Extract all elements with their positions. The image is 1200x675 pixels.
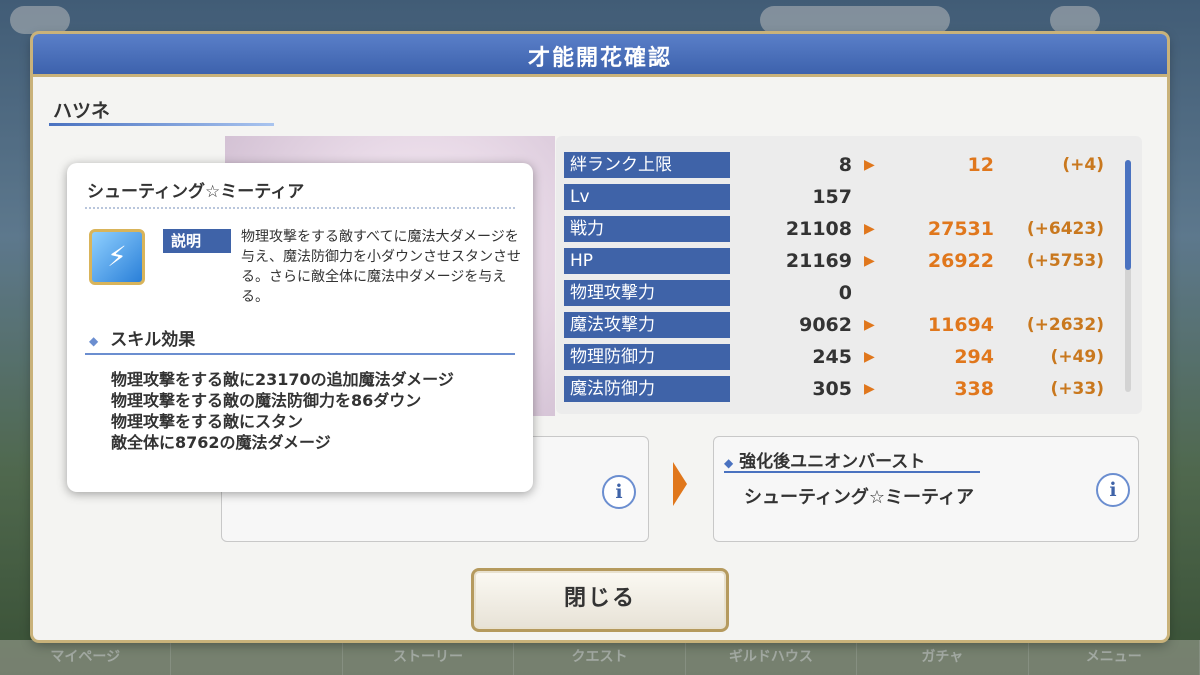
stat-new: 338 — [954, 378, 994, 400]
stat-current: 8 — [838, 154, 852, 176]
stat-label: 絆ランク上限 — [564, 152, 730, 178]
stat-new: 294 — [954, 346, 994, 368]
stat-current: 21169 — [785, 250, 852, 272]
stat-new: 12 — [967, 154, 994, 176]
stat-current: 305 — [812, 378, 852, 400]
stat-current: 157 — [812, 186, 852, 208]
effects-divider — [85, 353, 515, 355]
stat-row-level: Lv 157 — [564, 184, 1124, 210]
skill-title: シューティング☆ミーティア — [87, 182, 305, 202]
stat-label: 物理攻撃力 — [564, 280, 730, 306]
stat-diff: (+2632) — [1026, 315, 1104, 335]
stat-row-bond-rank: 絆ランク上限 8 ▶ 12 (+4) — [564, 152, 1124, 178]
stat-label: HP — [564, 248, 730, 274]
stat-arrow-icon: ▶ — [864, 317, 875, 333]
skill-effects-list: 物理攻撃をする敵に23170の追加魔法ダメージ 物理攻撃をする敵の魔法防御力を8… — [111, 369, 511, 453]
heading-underline — [724, 471, 980, 473]
stat-row-power: 戦力 21108 ▶ 27531 (+6423) — [564, 216, 1124, 242]
stat-diff: (+49) — [1050, 347, 1104, 367]
dialog-title: 才能開花確認 — [527, 46, 672, 71]
stat-row-phys-atk: 物理攻撃力 0 — [564, 280, 1124, 306]
info-icon[interactable]: i — [1096, 473, 1130, 507]
stat-current: 0 — [838, 282, 852, 304]
skill-effect-item: 物理攻撃をする敵の魔法防御力を86ダウン — [111, 391, 422, 410]
stat-row-mag-def: 魔法防御力 305 ▶ 338 (+33) — [564, 376, 1124, 402]
stat-label: 物理防御力 — [564, 344, 730, 370]
skill-effect-item: 物理攻撃をする敵に23170の追加魔法ダメージ — [111, 370, 454, 389]
stat-current: 245 — [812, 346, 852, 368]
stat-arrow-icon: ▶ — [864, 349, 875, 365]
info-icon[interactable]: i — [602, 475, 636, 509]
diamond-icon: ◆ — [724, 456, 734, 470]
description-badge: 説明 — [163, 229, 231, 253]
stat-arrow-icon: ▶ — [864, 221, 875, 237]
stat-arrow-icon: ▶ — [864, 253, 875, 269]
stat-label: 魔法攻撃力 — [564, 312, 730, 338]
stat-scrollbar[interactable] — [1125, 160, 1131, 392]
upgrade-arrow-icon — [673, 462, 687, 506]
stat-label: 魔法防御力 — [564, 376, 730, 402]
skill-detail-popup: シューティング☆ミーティア ⚡ 説明 物理攻撃をする敵すべてに魔法大ダメージを与… — [67, 163, 533, 492]
skill-effect-item: 物理攻撃をする敵にスタン — [111, 412, 304, 431]
union-burst-after-box: ◆ 強化後ユニオンバースト シューティング☆ミーティア i — [713, 436, 1139, 542]
skill-description: 物理攻撃をする敵すべてに魔法大ダメージを与え、魔法防御力を小ダウンさせスタンさせ… — [241, 229, 521, 305]
dialog-titlebar: 才能開花確認 — [33, 34, 1167, 77]
skill-effect-item: 敵全体に8762の魔法ダメージ — [111, 433, 331, 452]
stat-new: 11694 — [927, 314, 994, 336]
character-name: ハツネ — [53, 100, 111, 122]
stat-new: 27531 — [927, 218, 994, 240]
stat-panel[interactable]: 絆ランク上限 8 ▶ 12 (+4) Lv 157 戦力 21108 ▶ 275… — [556, 136, 1142, 414]
stat-arrow-icon: ▶ — [864, 157, 875, 173]
stat-row-hp: HP 21169 ▶ 26922 (+5753) — [564, 248, 1124, 274]
stat-row-mag-atk: 魔法攻撃力 9062 ▶ 11694 (+2632) — [564, 312, 1124, 338]
stat-new: 26922 — [927, 250, 994, 272]
dotted-divider — [85, 207, 515, 209]
stat-arrow-icon: ▶ — [864, 381, 875, 397]
stat-current: 9062 — [799, 314, 852, 336]
stat-scrollbar-thumb[interactable] — [1125, 160, 1131, 270]
stat-diff: (+5753) — [1026, 251, 1104, 271]
character-name-underline — [49, 123, 274, 126]
stat-label: 戦力 — [564, 216, 730, 242]
union-burst-after-skill: シューティング☆ミーティア — [744, 487, 974, 508]
stat-diff: (+6423) — [1026, 219, 1104, 239]
skill-effects-heading: ◆ スキル効果 — [89, 330, 196, 350]
stat-diff: (+4) — [1062, 155, 1104, 175]
union-burst-after-heading: ◆ 強化後ユニオンバースト — [724, 452, 926, 472]
skill-icon: ⚡ — [89, 229, 145, 285]
diamond-icon: ◆ — [89, 334, 99, 348]
stat-diff: (+33) — [1050, 379, 1104, 399]
stat-current: 21108 — [785, 218, 852, 240]
stat-label: Lv — [564, 184, 730, 210]
close-button[interactable]: 閉じる — [471, 568, 729, 632]
stat-row-phys-def: 物理防御力 245 ▶ 294 (+49) — [564, 344, 1124, 370]
